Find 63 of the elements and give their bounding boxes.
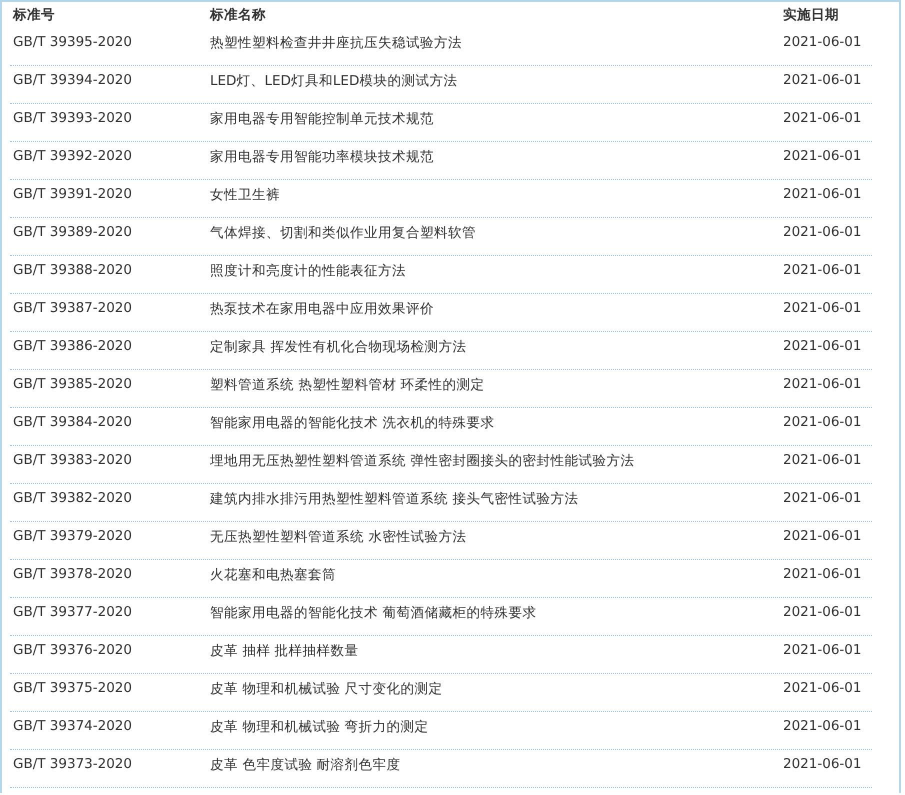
standard-code: GB/T 39393-2020 xyxy=(12,110,132,126)
standard-code: GB/T 39385-2020 xyxy=(12,376,132,392)
standard-code: GB/T 39377-2020 xyxy=(12,604,132,620)
standard-title-link[interactable]: 家用电器专用智能功率模块技术规范 xyxy=(207,148,434,166)
standard-title-link[interactable]: 智能家用电器的智能化技术 洗衣机的特殊要求 xyxy=(207,414,494,432)
effective-date: 2021-06-01 xyxy=(782,490,862,506)
standard-title-link[interactable]: 皮革 色牢度试验 耐溶剂色牢度 xyxy=(207,756,401,774)
standard-title-link[interactable]: 热泵技术在家用电器中应用效果评价 xyxy=(207,300,434,318)
standard-code: GB/T 39374-2020 xyxy=(12,718,132,734)
effective-date: 2021-06-01 xyxy=(782,110,862,126)
standard-code: GB/T 39375-2020 xyxy=(12,680,132,696)
standard-title-link[interactable]: 照度计和亮度计的性能表征方法 xyxy=(207,262,406,280)
standard-code: GB/T 39378-2020 xyxy=(12,566,132,582)
standard-title-link[interactable]: 火花塞和电热塞套筒 xyxy=(207,566,336,584)
effective-date: 2021-06-01 xyxy=(782,262,862,278)
effective-date: 2021-06-01 xyxy=(782,528,862,544)
standard-code: GB/T 39389-2020 xyxy=(12,224,132,240)
standard-code: GB/T 39394-2020 xyxy=(12,72,132,88)
standard-title-link[interactable]: LED灯、LED灯具和LED模块的测试方法 xyxy=(207,72,458,90)
standard-code: GB/T 39376-2020 xyxy=(12,642,132,658)
effective-date: 2021-06-01 xyxy=(782,414,862,430)
standard-code: GB/T 39384-2020 xyxy=(12,414,132,430)
standard-title-link[interactable]: 热塑性塑料检查井井座抗压失稳试验方法 xyxy=(207,34,462,52)
standard-title-link[interactable]: 家用电器专用智能控制单元技术规范 xyxy=(207,110,434,128)
standard-code: GB/T 39391-2020 xyxy=(12,186,132,202)
column-header: 标准名称 xyxy=(208,6,266,24)
effective-date: 2021-06-01 xyxy=(782,148,862,164)
column-header: 实施日期 xyxy=(782,6,839,24)
effective-date: 2021-06-01 xyxy=(782,680,862,696)
standard-title-link[interactable]: 智能家用电器的智能化技术 葡萄酒储藏柜的特殊要求 xyxy=(207,604,536,622)
standard-title-link[interactable]: 无压热塑性塑料管道系统 水密性试验方法 xyxy=(207,528,466,546)
standard-code: GB/T 39379-2020 xyxy=(12,528,132,544)
effective-date: 2021-06-01 xyxy=(782,186,862,202)
standard-title-link[interactable]: 皮革 物理和机械试验 尺寸变化的测定 xyxy=(207,680,443,698)
effective-date: 2021-06-01 xyxy=(782,452,862,468)
effective-date: 2021-06-01 xyxy=(782,604,862,620)
standard-title-link[interactable]: 定制家具 挥发性有机化合物现场检测方法 xyxy=(207,338,466,356)
standard-title-link[interactable]: 气体焊接、切割和类似作业用复合塑料软管 xyxy=(207,224,476,242)
standard-title-link[interactable]: 建筑内排水排污用热塑性塑料管道系统 接头气密性试验方法 xyxy=(207,490,578,508)
standard-title-link[interactable]: 皮革 抽样 批样抽样数量 xyxy=(207,642,359,660)
standard-code: GB/T 39388-2020 xyxy=(12,262,132,278)
effective-date: 2021-06-01 xyxy=(782,34,862,50)
effective-date: 2021-06-01 xyxy=(782,224,862,240)
standard-title-link[interactable]: 埋地用无压热塑性塑料管道系统 弹性密封圈接头的密封性能试验方法 xyxy=(207,452,634,470)
effective-date: 2021-06-01 xyxy=(782,376,862,392)
effective-date: 2021-06-01 xyxy=(782,718,862,734)
effective-date: 2021-06-01 xyxy=(782,338,862,354)
standard-code: GB/T 39386-2020 xyxy=(12,338,132,354)
standard-title-link[interactable]: 女性卫生裤 xyxy=(207,186,280,204)
effective-date: 2021-06-01 xyxy=(782,566,862,582)
standard-title-link[interactable]: 皮革 物理和机械试验 弯折力的测定 xyxy=(207,718,429,736)
standard-code: GB/T 39373-2020 xyxy=(12,756,132,772)
standard-code: GB/T 39392-2020 xyxy=(12,148,132,164)
effective-date: 2021-06-01 xyxy=(782,642,862,658)
standard-code: GB/T 39395-2020 xyxy=(12,34,132,50)
effective-date: 2021-06-01 xyxy=(782,72,862,88)
standard-code: GB/T 39387-2020 xyxy=(12,300,132,316)
standard-code: GB/T 39382-2020 xyxy=(12,490,132,506)
effective-date: 2021-06-01 xyxy=(782,756,862,772)
standard-title-link[interactable]: 塑料管道系统 热塑性塑料管材 环柔性的测定 xyxy=(207,376,485,394)
effective-date: 2021-06-01 xyxy=(782,300,862,316)
column-header: 标准号 xyxy=(12,6,55,24)
standard-code: GB/T 39383-2020 xyxy=(12,452,132,468)
